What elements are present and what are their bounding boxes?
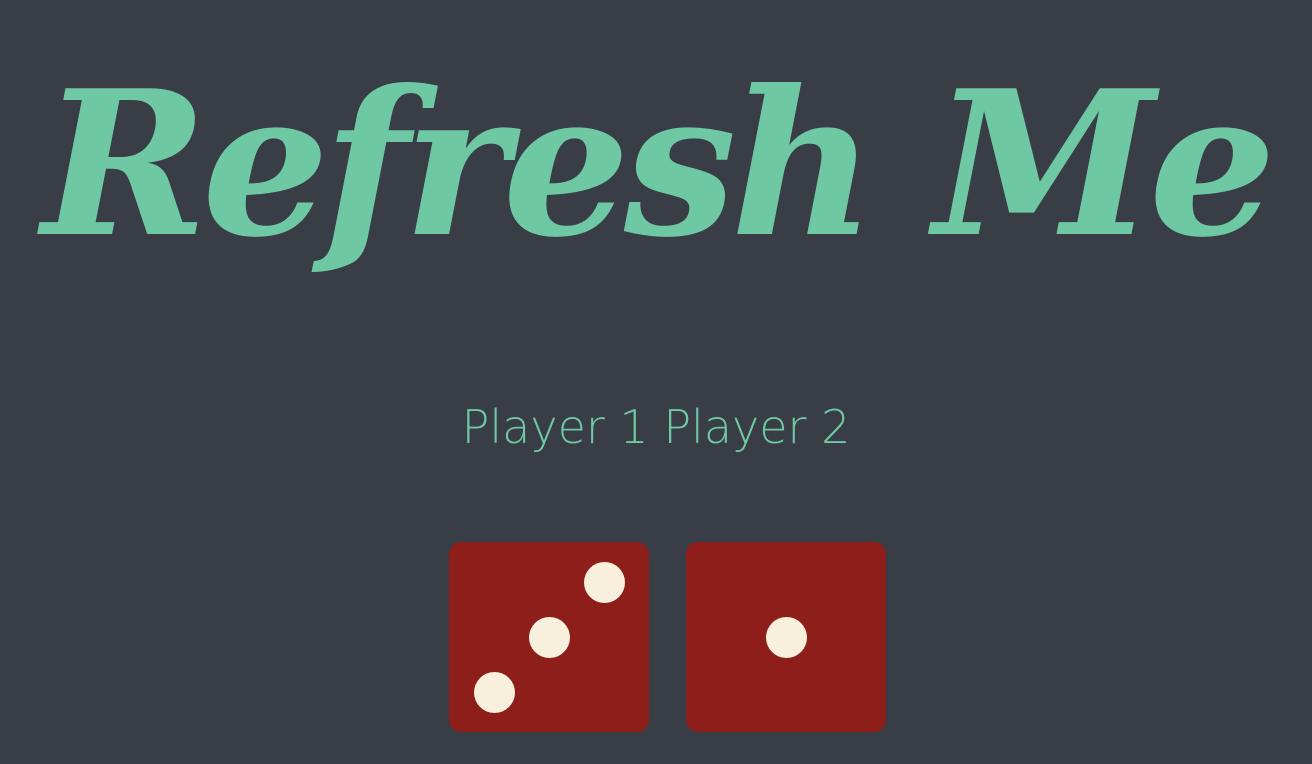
page-title: Refresh Me: [41, 47, 1276, 282]
die-pip: [583, 561, 625, 603]
player-1-die: [449, 542, 649, 732]
player-labels: Player 1 Player 2: [0, 392, 1312, 462]
player-2-label: Player 2: [663, 400, 851, 454]
die-pip: [765, 616, 807, 658]
die-pip: [473, 671, 515, 713]
player-2-die: [686, 542, 886, 732]
die-pip: [528, 616, 570, 658]
player-1-label: Player 1: [461, 400, 649, 454]
